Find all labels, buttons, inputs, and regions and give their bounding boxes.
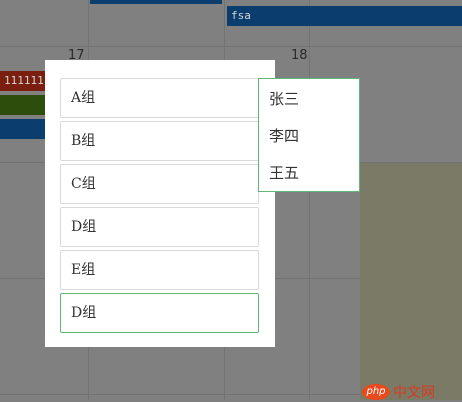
watermark-text: 中文网: [393, 385, 435, 401]
member-item[interactable]: 王五: [259, 155, 359, 192]
calendar-grid-line: [309, 0, 310, 400]
member-item[interactable]: 张三: [259, 81, 359, 118]
day-number-18: 18: [291, 48, 308, 63]
group-item-c[interactable]: C组: [60, 164, 259, 204]
group-item-a[interactable]: A组: [60, 78, 259, 118]
php-logo-icon: php: [362, 384, 390, 400]
calendar-event-blue[interactable]: [0, 119, 45, 139]
member-popup: 张三 李四 王五: [258, 78, 360, 192]
calendar-grid-line: [0, 46, 462, 47]
group-item-d[interactable]: D组: [60, 207, 259, 247]
group-select-modal: A组 B组 C组 D组 E组 D组: [45, 60, 275, 347]
calendar-event-green[interactable]: [0, 95, 45, 115]
group-item-b[interactable]: B组: [60, 121, 259, 161]
group-item-d-selected[interactable]: D组: [60, 293, 259, 333]
member-item[interactable]: 李四: [259, 118, 359, 155]
calendar-event[interactable]: [90, 0, 222, 4]
calendar-event-fsa[interactable]: fsa: [227, 6, 462, 26]
calendar-event-red[interactable]: 1111111: [0, 71, 45, 91]
group-item-e[interactable]: E组: [60, 250, 259, 290]
watermark: php 中文网: [362, 382, 435, 402]
side-panel: [360, 163, 462, 400]
